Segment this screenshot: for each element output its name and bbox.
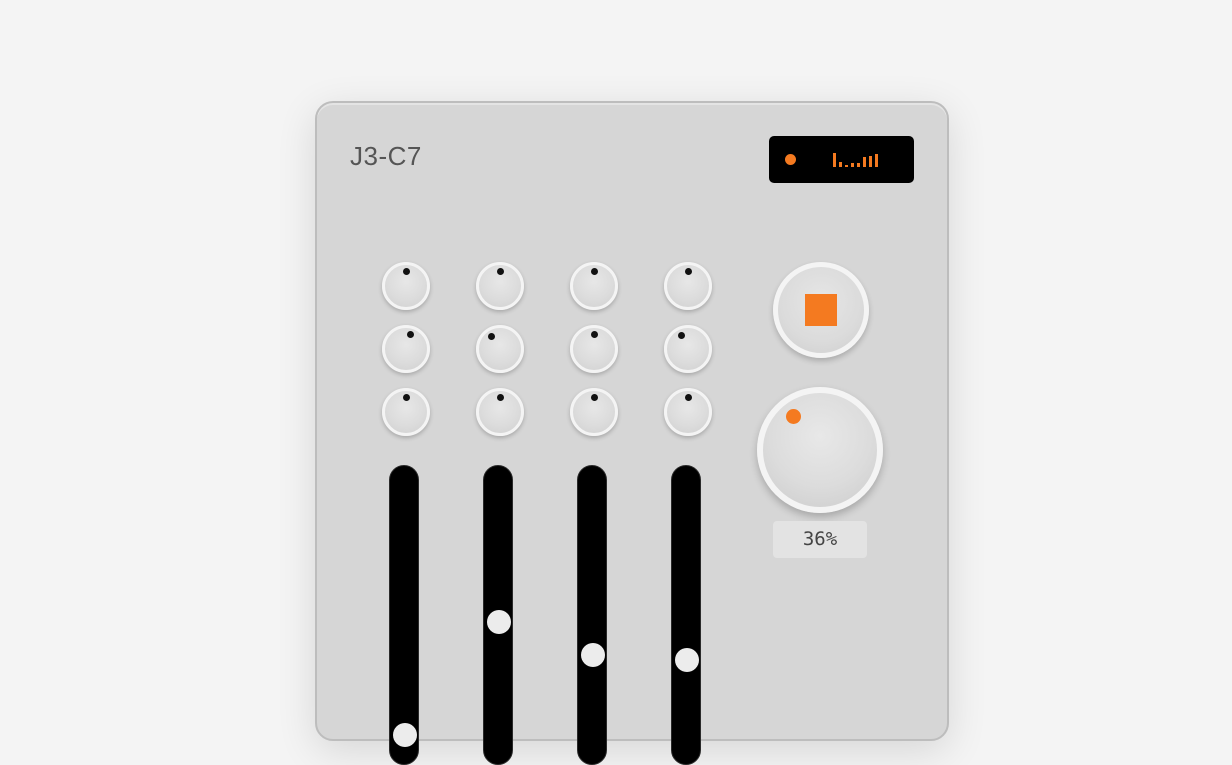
fader-2[interactable] (483, 465, 513, 765)
device-panel: J3-C7 36% (315, 101, 949, 765)
knob-indicator-dot (488, 332, 496, 340)
fader-thumb[interactable] (487, 609, 511, 634)
knob-1-4[interactable] (664, 262, 712, 310)
knob-3-4[interactable] (664, 388, 712, 436)
meter-bar (845, 165, 848, 167)
knob-indicator-dot (496, 267, 504, 275)
knob-indicator-dot (786, 408, 802, 424)
knob-indicator-dot (677, 332, 685, 340)
model-label: J3-C7 (350, 141, 422, 171)
knob-indicator-dot (496, 393, 504, 401)
knob-indicator-dot (590, 393, 598, 401)
knob-1-1[interactable] (382, 262, 430, 310)
meter-bar (863, 157, 866, 167)
knob-indicator-dot (402, 267, 410, 275)
meter-bar (869, 156, 872, 167)
fader-3[interactable] (577, 465, 607, 765)
fader-1[interactable] (389, 465, 419, 765)
meter-bar (851, 163, 854, 167)
fader-thumb[interactable] (581, 642, 605, 667)
meter-bar (857, 163, 860, 167)
master-percent-readout: 36% (773, 521, 867, 558)
fader-4[interactable] (671, 465, 701, 765)
knob-indicator-dot (407, 331, 415, 339)
knob-indicator-dot (684, 393, 692, 401)
knob-3-2[interactable] (476, 388, 524, 436)
meter-bar (839, 162, 842, 167)
knob-2-2[interactable] (476, 325, 524, 373)
knob-3-1[interactable] (382, 388, 430, 436)
record-led-icon (785, 154, 796, 165)
fader-thumb[interactable] (675, 648, 699, 673)
knob-2-1[interactable] (382, 325, 430, 373)
stop-icon (805, 294, 837, 326)
meter-bar (833, 153, 836, 167)
knob-1-3[interactable] (570, 262, 618, 310)
knob-indicator-dot (590, 330, 598, 338)
knob-indicator-dot (402, 393, 410, 401)
knob-1-2[interactable] (476, 262, 524, 310)
meter-bar (875, 154, 878, 167)
knob-indicator-dot (684, 267, 692, 275)
fader-thumb[interactable] (393, 722, 417, 747)
knob-3-3[interactable] (570, 388, 618, 436)
master-knob[interactable] (757, 387, 883, 513)
stop-button[interactable] (773, 262, 869, 358)
knob-2-3[interactable] (570, 325, 618, 373)
status-display (769, 136, 914, 183)
level-meter (833, 151, 883, 167)
knob-2-4[interactable] (664, 325, 712, 373)
knob-indicator-dot (590, 267, 598, 275)
